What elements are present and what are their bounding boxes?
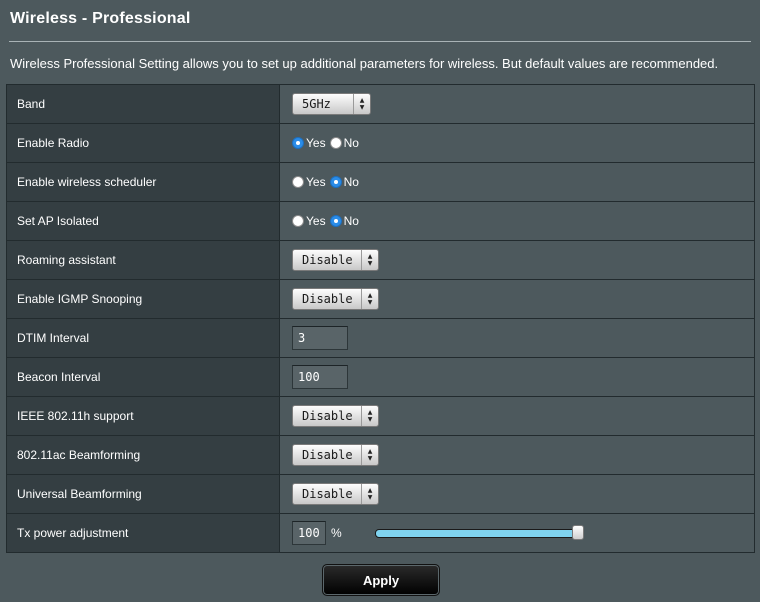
enable-radio-no-radio[interactable]: [329, 137, 342, 149]
beacon-label: Beacon Interval: [6, 358, 280, 396]
universal-beamforming-label: Universal Beamforming: [6, 475, 280, 513]
row-scheduler: Enable wireless scheduler Yes No: [6, 163, 755, 202]
enable-radio-label: Enable Radio: [6, 124, 280, 162]
row-ieee80211h: IEEE 802.11h support Disable ▲ ▼: [6, 397, 755, 436]
ap-isolated-no-label[interactable]: No: [344, 214, 359, 228]
scheduler-no-radio[interactable]: [329, 176, 342, 188]
enable-radio-yes-label[interactable]: Yes: [306, 136, 326, 150]
ap-isolated-yes-radio[interactable]: [292, 215, 304, 227]
row-ac-beamforming: 802.11ac Beamforming Disable ▲ ▼: [6, 436, 755, 475]
up-down-chevron-icon: ▲ ▼: [361, 406, 378, 426]
scheduler-no-label[interactable]: No: [344, 175, 359, 189]
up-down-chevron-icon: ▲ ▼: [361, 289, 378, 309]
igmp-select-value: Disable: [302, 292, 353, 306]
row-enable-radio: Enable Radio Yes No: [6, 124, 755, 163]
up-down-chevron-icon: ▲ ▼: [353, 94, 370, 114]
scheduler-radio-group: Yes No: [292, 175, 363, 189]
band-select[interactable]: 5GHz ▲ ▼: [292, 93, 371, 115]
universal-beamforming-select[interactable]: Disable ▲ ▼: [292, 483, 379, 505]
title-divider: [9, 41, 751, 42]
band-label: Band: [6, 85, 280, 123]
scheduler-yes-radio[interactable]: [292, 176, 304, 188]
band-select-value: 5GHz: [302, 97, 331, 111]
up-down-chevron-icon: ▲ ▼: [361, 484, 378, 504]
roaming-select[interactable]: Disable ▲ ▼: [292, 249, 379, 271]
ap-isolated-no-radio[interactable]: [329, 215, 342, 227]
row-roaming: Roaming assistant Disable ▲ ▼: [6, 241, 755, 280]
scheduler-label: Enable wireless scheduler: [6, 163, 280, 201]
apply-button[interactable]: Apply: [322, 564, 440, 596]
up-down-chevron-icon: ▲ ▼: [361, 445, 378, 465]
row-dtim: DTIM Interval 3: [6, 319, 755, 358]
ap-isolated-yes-label[interactable]: Yes: [306, 214, 326, 228]
up-down-chevron-icon: ▲ ▼: [361, 250, 378, 270]
roaming-select-value: Disable: [302, 253, 353, 267]
ieee80211h-select[interactable]: Disable ▲ ▼: [292, 405, 379, 427]
igmp-label: Enable IGMP Snooping: [6, 280, 280, 318]
row-beacon: Beacon Interval 100: [6, 358, 755, 397]
enable-radio-yes-radio[interactable]: [292, 137, 304, 149]
page-title: Wireless - Professional: [10, 10, 191, 27]
enable-radio-group: Yes No: [292, 136, 363, 150]
roaming-label: Roaming assistant: [6, 241, 280, 279]
tx-power-slider-handle[interactable]: [571, 524, 584, 540]
settings-table: Band 5GHz ▲ ▼ Enable Radio Yes No Enable …: [6, 84, 755, 553]
row-band: Band 5GHz ▲ ▼: [6, 85, 755, 124]
ac-beamforming-label: 802.11ac Beamforming: [6, 436, 280, 474]
ieee80211h-label: IEEE 802.11h support: [6, 397, 280, 435]
ap-isolated-radio-group: Yes No: [292, 214, 363, 228]
tx-power-input[interactable]: 100: [292, 521, 326, 545]
dtim-label: DTIM Interval: [6, 319, 280, 357]
row-ap-isolated: Set AP Isolated Yes No: [6, 202, 755, 241]
igmp-select[interactable]: Disable ▲ ▼: [292, 288, 379, 310]
ac-beamforming-select[interactable]: Disable ▲ ▼: [292, 444, 379, 466]
dtim-input[interactable]: 3: [292, 326, 348, 350]
scheduler-yes-label[interactable]: Yes: [306, 175, 326, 189]
tx-power-slider[interactable]: [374, 524, 584, 540]
row-universal-beamforming: Universal Beamforming Disable ▲ ▼: [6, 475, 755, 514]
beacon-input[interactable]: 100: [292, 365, 348, 389]
enable-radio-no-label[interactable]: No: [344, 136, 359, 150]
ieee80211h-select-value: Disable: [302, 409, 353, 423]
tx-power-unit: %: [331, 526, 342, 540]
row-tx-power: Tx power adjustment 100 %: [6, 514, 755, 553]
ac-beamforming-select-value: Disable: [302, 448, 353, 462]
universal-beamforming-select-value: Disable: [302, 487, 353, 501]
tx-power-label: Tx power adjustment: [6, 514, 280, 552]
ap-isolated-label: Set AP Isolated: [6, 202, 280, 240]
row-igmp: Enable IGMP Snooping Disable ▲ ▼: [6, 280, 755, 319]
page-description: Wireless Professional Setting allows you…: [10, 56, 719, 71]
